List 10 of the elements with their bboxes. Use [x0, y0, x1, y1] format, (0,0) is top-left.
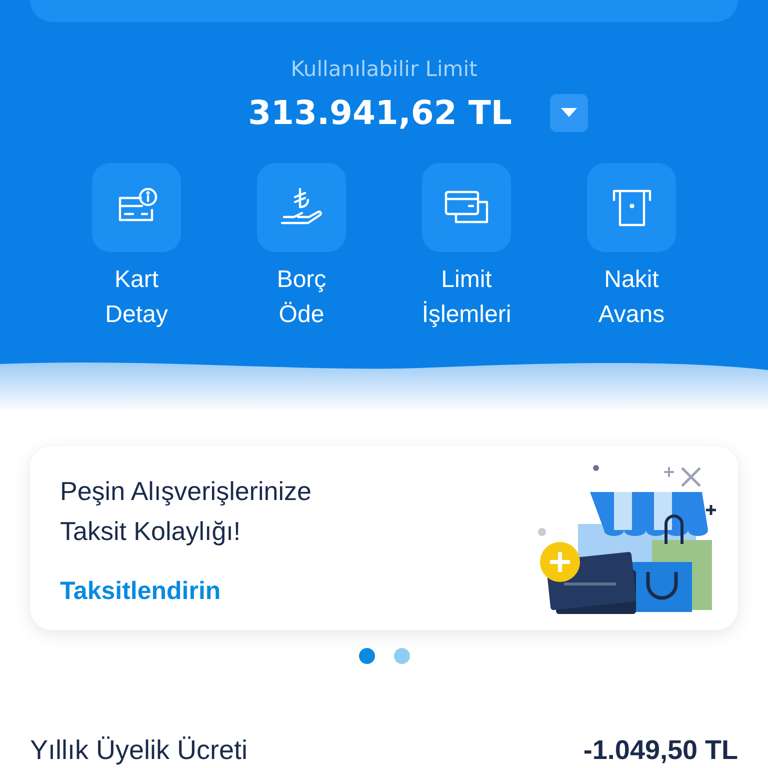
fee-amount: -1.049,50 TL: [583, 734, 738, 767]
carousel-dot[interactable]: [394, 648, 410, 664]
fee-label: Yıllık Üyelik Ücreti: [30, 734, 248, 767]
installment-link[interactable]: Taksitlendirin: [60, 576, 312, 606]
promo-title: Peşin Alışverişlerinize Taksit Kolaylığı!: [60, 474, 312, 548]
limit-amount: 313.941,62 TL: [248, 92, 512, 134]
caret-icon: [560, 108, 577, 118]
carousel-dot[interactable]: [358, 648, 374, 664]
limit-label: Kullanılabilir Limit: [290, 56, 478, 83]
dropdown-button[interactable]: [550, 94, 588, 132]
